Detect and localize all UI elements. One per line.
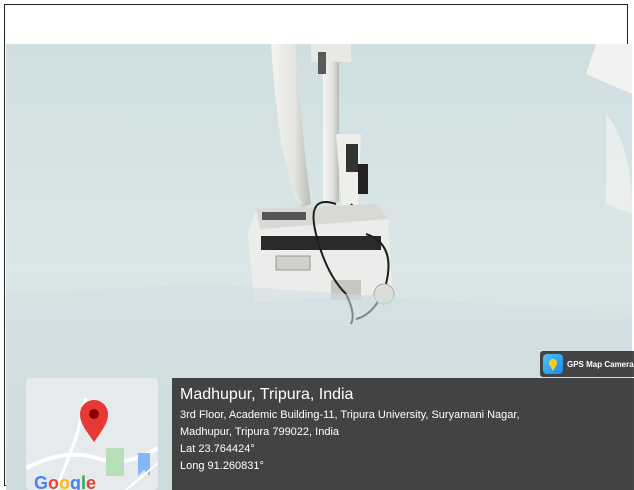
longitude: Long 91.260831°	[180, 460, 264, 472]
location-info-panel: Madhupur, Tripura, India 3rd Floor, Acad…	[172, 378, 634, 490]
gps-app-icon	[543, 354, 563, 374]
address-line-1: 3rd Floor, Academic Building-11, Tripura…	[180, 409, 520, 421]
gps-app-label: GPS Map Camera	[567, 359, 634, 369]
map-thumbnail: Google	[26, 378, 158, 490]
gps-map-camera-badge: GPS Map Camera	[540, 351, 634, 377]
location-title: Madhupur, Tripura, India	[180, 386, 354, 403]
latitude: Lat 23.764424°	[180, 443, 255, 455]
google-logo: Google	[34, 473, 97, 490]
address-line-2: Madhupur, Tripura 799022, India	[180, 426, 340, 438]
